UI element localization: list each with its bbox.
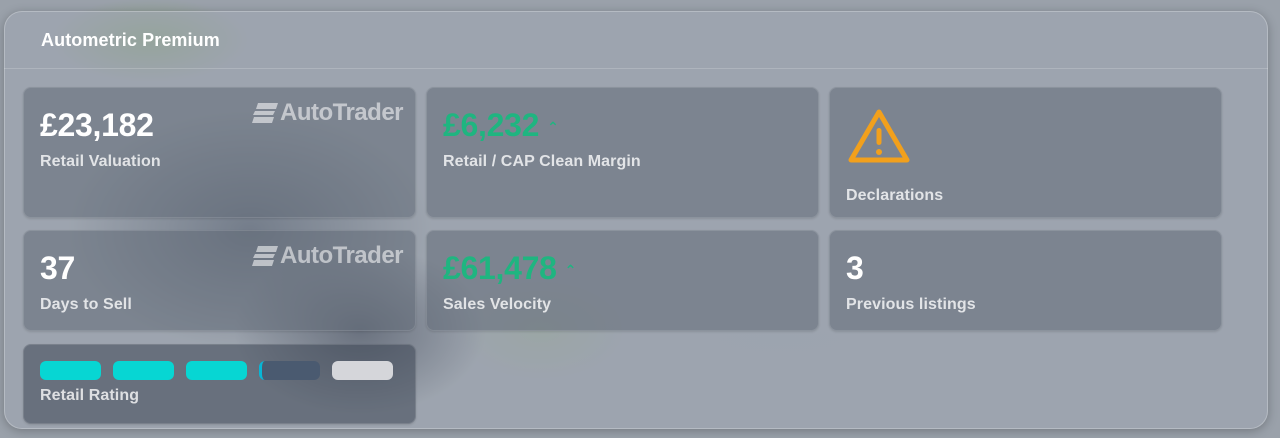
autotrader-logo-text: AutoTrader [279, 99, 404, 126]
margin-label: Retail / CAP Clean Margin [443, 153, 641, 170]
retail-valuation-card[interactable]: £23,182 Retail Valuation AutoTrader [23, 87, 416, 218]
autometric-premium-panel: Autometric Premium £23,182 Retail Valuat… [4, 11, 1268, 429]
rating-segment-4 [259, 361, 320, 380]
rating-segment-5 [332, 361, 393, 380]
previous-listings-card[interactable]: 3 Previous listings [829, 230, 1222, 331]
rating-segment-1 [40, 361, 101, 380]
sales-velocity-card[interactable]: £61,478 ⌃ Sales Velocity [426, 230, 819, 331]
chevron-up-icon: ⌃ [564, 262, 577, 278]
sales-velocity-value-row: £61,478 ⌃ [443, 252, 576, 284]
panel-title: Autometric Premium [41, 30, 220, 50]
days-to-sell-card[interactable]: 37 Days to Sell AutoTrader [23, 230, 416, 331]
margin-card[interactable]: £6,232 ⌃ Retail / CAP Clean Margin [426, 87, 819, 218]
panel-header: Autometric Premium [4, 11, 1268, 69]
margin-value: £6,232 [443, 107, 540, 143]
rating-segment-2 [113, 361, 174, 380]
retail-valuation-value: £23,182 [40, 107, 154, 143]
declarations-card[interactable]: Declarations [829, 87, 1222, 218]
sales-velocity-label: Sales Velocity [443, 296, 552, 313]
autotrader-logo-text: AutoTrader [279, 242, 404, 269]
declarations-label: Declarations [846, 187, 944, 204]
margin-value-row: £6,232 ⌃ [443, 109, 559, 141]
previous-listings-value: 3 [846, 250, 864, 286]
autotrader-mark-icon [251, 246, 278, 266]
chevron-up-icon: ⌃ [547, 119, 559, 135]
previous-listings-label: Previous listings [846, 296, 976, 313]
retail-rating-bars [40, 361, 393, 380]
days-to-sell-label: Days to Sell [40, 296, 132, 313]
warning-icon [847, 107, 911, 170]
days-to-sell-value: 37 [40, 250, 75, 286]
autotrader-logo: AutoTrader [251, 99, 404, 127]
rating-segment-3 [186, 361, 247, 380]
retail-valuation-label: Retail Valuation [40, 153, 161, 170]
autotrader-logo: AutoTrader [251, 242, 404, 270]
retail-rating-label: Retail Rating [40, 387, 140, 404]
autotrader-mark-icon [251, 103, 278, 123]
sales-velocity-value: £61,478 [443, 250, 557, 286]
retail-rating-card[interactable]: Retail Rating [23, 344, 416, 424]
